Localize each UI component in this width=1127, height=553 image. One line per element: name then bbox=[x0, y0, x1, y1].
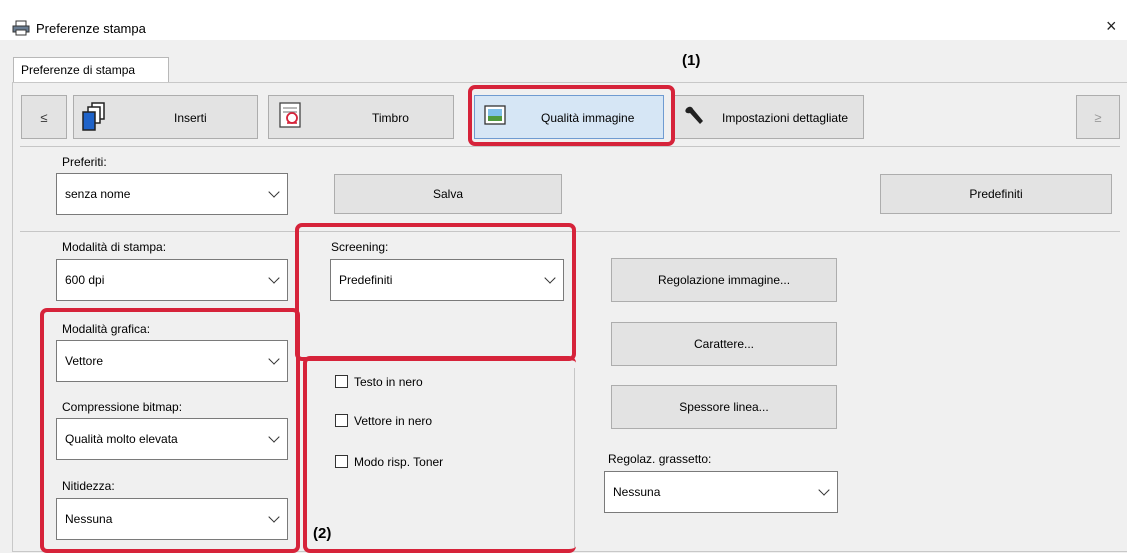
highlight-box-screening bbox=[295, 223, 576, 361]
tab-print-preferences[interactable]: Preferenze di stampa bbox=[13, 57, 169, 82]
annotation-1: (1) bbox=[682, 52, 701, 69]
print-mode-value: 600 dpi bbox=[65, 273, 105, 287]
window-title: Preferenze stampa bbox=[36, 21, 146, 36]
bold-adjust-label: Regolaz. grassetto: bbox=[608, 452, 712, 466]
stamp-icon bbox=[279, 102, 301, 128]
save-button[interactable]: Salva bbox=[334, 174, 562, 214]
separator-right bbox=[580, 231, 1120, 232]
inserts-label: Inserti bbox=[174, 111, 207, 125]
chevron-down-icon bbox=[268, 186, 280, 198]
favorites-value: senza nome bbox=[65, 187, 131, 201]
highlight-box-middle bbox=[303, 356, 576, 553]
close-icon[interactable]: × bbox=[1106, 16, 1117, 37]
detailed-settings-button[interactable]: Impostazioni dettagliate bbox=[674, 95, 864, 139]
chevron-down-icon bbox=[268, 272, 280, 284]
font-button[interactable]: Carattere... bbox=[611, 322, 837, 366]
print-mode-label: Modalità di stampa: bbox=[62, 240, 167, 254]
inserts-button[interactable]: Inserti bbox=[73, 95, 258, 139]
stamp-label: Timbro bbox=[372, 111, 409, 125]
printer-icon bbox=[12, 20, 30, 36]
line-width-button[interactable]: Spessore linea... bbox=[611, 385, 837, 429]
wrench-icon bbox=[685, 106, 703, 124]
title-bar bbox=[0, 0, 1127, 40]
stamp-button[interactable]: Timbro bbox=[268, 95, 454, 139]
bold-adjust-value: Nessuna bbox=[613, 485, 661, 499]
chevron-down-icon bbox=[818, 484, 830, 496]
favorites-label: Preferiti: bbox=[62, 155, 107, 169]
highlight-box-left bbox=[40, 308, 300, 553]
prev-button[interactable]: ≤ bbox=[21, 95, 67, 139]
favorites-select[interactable]: senza nome bbox=[56, 173, 288, 215]
highlight-box-1 bbox=[468, 85, 675, 146]
image-adjustment-button[interactable]: Regolazione immagine... bbox=[611, 258, 837, 302]
annotation-2: (2) bbox=[313, 525, 332, 542]
separator-top bbox=[20, 146, 1120, 147]
inserts-icon bbox=[82, 102, 105, 131]
bold-adjust-select[interactable]: Nessuna bbox=[604, 471, 838, 513]
print-mode-select[interactable]: 600 dpi bbox=[56, 259, 288, 301]
next-button[interactable]: ≥ bbox=[1076, 95, 1120, 139]
defaults-button[interactable]: Predefiniti bbox=[880, 174, 1112, 214]
detailed-settings-label: Impostazioni dettagliate bbox=[722, 111, 849, 125]
